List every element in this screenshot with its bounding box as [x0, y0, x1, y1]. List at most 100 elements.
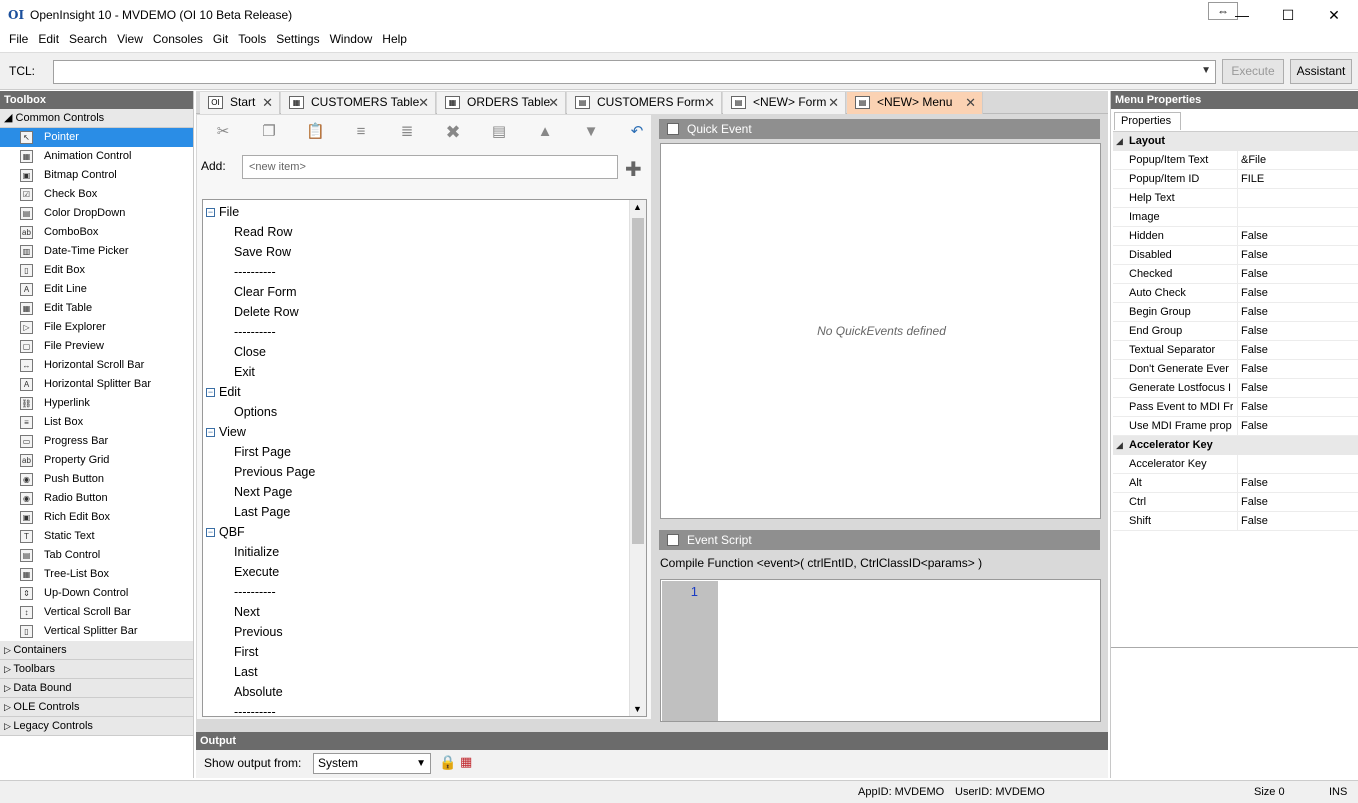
- event-script-checkbox[interactable]: [667, 534, 679, 546]
- property-value[interactable]: &File: [1237, 151, 1357, 170]
- toolbox-group-data-bound[interactable]: ▷ Data Bound: [0, 679, 193, 698]
- menu-item-file[interactable]: File: [0, 30, 28, 48]
- tree-node-item[interactable]: Options: [203, 402, 277, 422]
- tcl-input[interactable]: ▼: [53, 60, 1216, 84]
- property-value[interactable]: [1237, 208, 1357, 227]
- scroll-up-icon[interactable]: ▲: [633, 202, 642, 212]
- collapse-icon[interactable]: −: [206, 208, 215, 217]
- toolbox-item-combobox[interactable]: ab ComboBox: [0, 223, 193, 242]
- cut-icon[interactable]: ✂: [214, 123, 232, 141]
- toolbox-item-horizontal-scroll-bar[interactable]: ↔ Horizontal Scroll Bar: [0, 356, 193, 375]
- tree-node-item[interactable]: First Page: [203, 442, 291, 462]
- toolbox-item-property-grid[interactable]: ab Property Grid: [0, 451, 193, 470]
- close-button[interactable]: ✕: [1312, 2, 1356, 28]
- tree-node-item[interactable]: Last: [203, 662, 258, 682]
- toolbox-item-date-time-picker[interactable]: ▥ Date-Time Picker: [0, 242, 193, 261]
- tree-scrollbar[interactable]: ▲ ▼: [629, 200, 646, 716]
- property-value[interactable]: False: [1237, 360, 1357, 379]
- toolbox-item-list-box[interactable]: ≡ List Box: [0, 413, 193, 432]
- tree-node-item[interactable]: Clear Form: [203, 282, 297, 302]
- tree-node-group[interactable]: − QBF: [203, 522, 245, 542]
- delete-icon[interactable]: ✖: [444, 123, 462, 141]
- toolbox-item-edit-line[interactable]: A Edit Line: [0, 280, 193, 299]
- close-icon[interactable]: ✕: [262, 92, 273, 113]
- property-value[interactable]: FILE: [1237, 170, 1357, 189]
- toolbox-item-color-dropdown[interactable]: ▤ Color DropDown: [0, 204, 193, 223]
- toolbox-group-legacy-controls[interactable]: ▷ Legacy Controls: [0, 717, 193, 736]
- property-value[interactable]: False: [1237, 284, 1357, 303]
- tree-node-item[interactable]: Read Row: [203, 222, 292, 242]
- tree-node-item[interactable]: ----------: [203, 702, 276, 716]
- toolbox-item-vertical-splitter-bar[interactable]: ▯ Vertical Splitter Bar: [0, 622, 193, 641]
- toolbox-item-edit-box[interactable]: ▯ Edit Box: [0, 261, 193, 280]
- toolbox-item-rich-edit-box[interactable]: ▣ Rich Edit Box: [0, 508, 193, 527]
- tree-node-item[interactable]: Absolute: [203, 682, 283, 702]
- toolbox-item-bitmap-control[interactable]: ▣ Bitmap Control: [0, 166, 193, 185]
- quick-event-list[interactable]: No QuickEvents defined: [660, 143, 1101, 519]
- menu-item-help[interactable]: Help: [373, 30, 407, 48]
- collapse-icon[interactable]: −: [206, 388, 215, 397]
- copy-icon[interactable]: ❐: [260, 123, 278, 141]
- tree-node-item[interactable]: Initialize: [203, 542, 279, 562]
- menu-item-edit[interactable]: Edit: [29, 30, 59, 48]
- tree-node-item[interactable]: ----------: [203, 322, 276, 342]
- property-row[interactable]: Ctrl False: [1113, 493, 1358, 512]
- toolbox-group-ole-controls[interactable]: ▷ OLE Controls: [0, 698, 193, 717]
- toolbox-item-hyperlink[interactable]: ⛓ Hyperlink: [0, 394, 193, 413]
- property-row[interactable]: Generate Lostfocus I False: [1113, 379, 1358, 398]
- property-row[interactable]: Don't Generate Ever False: [1113, 360, 1358, 379]
- tab--new-form[interactable]: ▤ <NEW> Form ✕: [723, 92, 846, 114]
- property-value[interactable]: False: [1237, 398, 1357, 417]
- property-value[interactable]: False: [1237, 379, 1357, 398]
- property-row[interactable]: Shift False: [1113, 512, 1358, 531]
- property-row[interactable]: Help Text: [1113, 189, 1358, 208]
- property-row[interactable]: Disabled False: [1113, 246, 1358, 265]
- tree-node-group[interactable]: − Edit: [203, 382, 241, 402]
- toolbox-item-horizontal-splitter-bar[interactable]: A Horizontal Splitter Bar: [0, 375, 193, 394]
- menu-item-tools[interactable]: Tools: [229, 30, 266, 48]
- insert-icon[interactable]: ▤: [490, 123, 508, 141]
- outdent-icon[interactable]: ≣: [398, 123, 416, 141]
- property-row[interactable]: Textual Separator False: [1113, 341, 1358, 360]
- undo-icon[interactable]: ↶: [628, 123, 646, 141]
- move-up-icon[interactable]: ▲: [536, 123, 554, 141]
- execute-button[interactable]: Execute: [1222, 59, 1284, 84]
- tab--new-menu[interactable]: ▤ <NEW> Menu ✕: [847, 92, 983, 114]
- tree-node-item[interactable]: Next: [203, 602, 260, 622]
- property-value[interactable]: False: [1237, 493, 1357, 512]
- toolbox-group-common[interactable]: ◢ Common Controls: [0, 109, 193, 128]
- tab-start[interactable]: OI Start ✕: [200, 92, 280, 114]
- code-editor[interactable]: 1: [660, 579, 1101, 722]
- toolbox-item-radio-button[interactable]: ◉ Radio Button: [0, 489, 193, 508]
- indent-icon[interactable]: ≡: [352, 123, 370, 141]
- tree-node-item[interactable]: Previous: [203, 622, 283, 642]
- property-row[interactable]: Popup/Item ID FILE: [1113, 170, 1358, 189]
- tree-node-item[interactable]: First: [203, 642, 258, 662]
- clear-output-icon[interactable]: ▦: [460, 754, 472, 770]
- tab-customers-table[interactable]: ▦ CUSTOMERS Table ✕: [281, 92, 436, 114]
- property-row[interactable]: End Group False: [1113, 322, 1358, 341]
- scroll-down-icon[interactable]: ▼: [633, 704, 642, 714]
- tree-node-item[interactable]: ----------: [203, 262, 276, 282]
- tree-node-item[interactable]: Last Page: [203, 502, 290, 522]
- tree-node-item[interactable]: Previous Page: [203, 462, 315, 482]
- property-value[interactable]: False: [1237, 265, 1357, 284]
- tab-properties[interactable]: Properties: [1114, 112, 1181, 130]
- close-icon[interactable]: ✕: [704, 92, 715, 113]
- tree-node-item[interactable]: Save Row: [203, 242, 291, 262]
- toolbox-item-tree-list-box[interactable]: ▦ Tree-List Box: [0, 565, 193, 584]
- property-row[interactable]: Pass Event to MDI Fr False: [1113, 398, 1358, 417]
- toolbox-item-animation-control[interactable]: ▦ Animation Control: [0, 147, 193, 166]
- tree-node-item[interactable]: Next Page: [203, 482, 292, 502]
- tree-node-group[interactable]: − File: [203, 202, 239, 222]
- toolbox-item-check-box[interactable]: ☑ Check Box: [0, 185, 193, 204]
- property-value[interactable]: False: [1237, 227, 1357, 246]
- tree-node-item[interactable]: ----------: [203, 582, 276, 602]
- maximize-button[interactable]: ☐: [1266, 2, 1310, 28]
- chevron-down-icon[interactable]: ▼: [1201, 65, 1211, 76]
- close-icon[interactable]: ✕: [828, 92, 839, 113]
- assistant-button[interactable]: Assistant: [1290, 59, 1352, 84]
- property-row[interactable]: Use MDI Frame prop False: [1113, 417, 1358, 436]
- toolbox-item-tab-control[interactable]: ▤ Tab Control: [0, 546, 193, 565]
- scroll-thumb[interactable]: [632, 218, 644, 544]
